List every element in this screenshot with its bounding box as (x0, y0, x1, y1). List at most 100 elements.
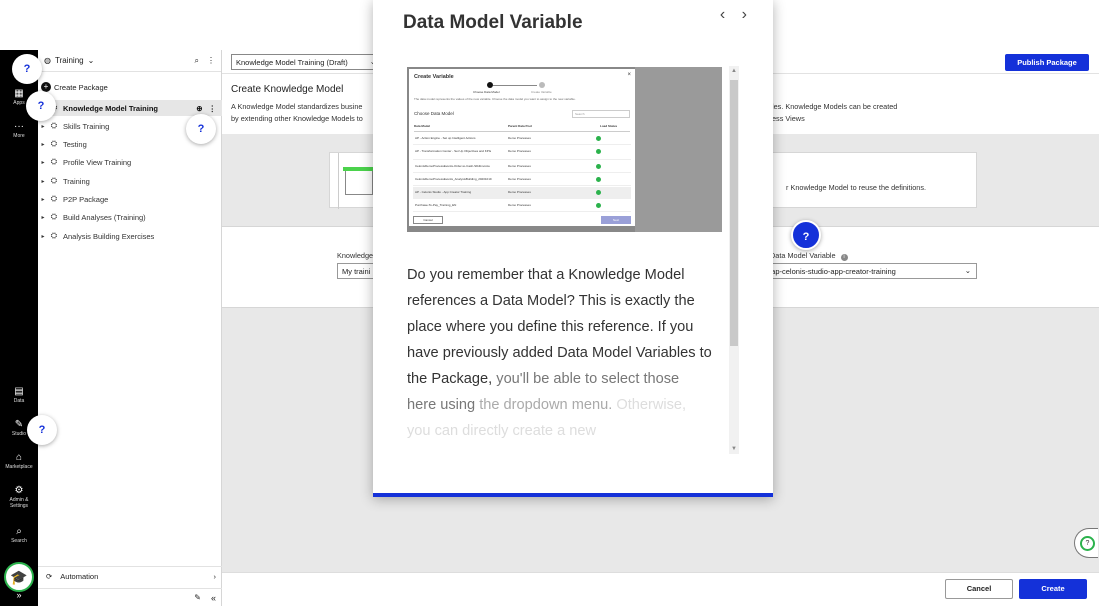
rail-admin-settings[interactable]: ⚙ Admin & Settings (0, 485, 38, 509)
scrollbar-thumb[interactable] (730, 80, 738, 346)
option-illustration (338, 153, 373, 209)
dialog-navigation: ‹ › (708, 6, 747, 24)
rail-more[interactable]: ··· More (0, 121, 38, 139)
screenshot-cancel-button: Cancel (413, 216, 443, 224)
help-hotspot[interactable]: ? (26, 91, 56, 121)
help-hotspot[interactable]: ? (12, 54, 42, 84)
dialog-body: Do you remember that a Knowledge Model r… (407, 262, 712, 444)
description-line-2-end: ess Views (772, 114, 805, 123)
caret-right-icon[interactable]: ▸ (38, 141, 48, 148)
screenshot-step-1: Choose Data Model (473, 90, 500, 94)
chevron-down-icon: ⌄ (964, 266, 971, 275)
screenshot-table-header: Data Model Parent Data Pool Load Status (414, 124, 630, 132)
caret-right-icon[interactable]: ▸ (38, 214, 48, 221)
kebab-menu-icon[interactable]: ⋮ (209, 104, 217, 113)
screenshot-table-row: Purchase-To-Pay_Training_EN Demo Process… (413, 200, 631, 212)
screenshot-table-row: AP - Action Engine - Set up Intelligent … (413, 133, 631, 145)
automation-icon: ⟳ (46, 572, 53, 581)
screenshot-create-variable-dialog: Create Variable × Choose Data Model Crea… (409, 69, 635, 226)
screenshot-heading: Choose Data Model (414, 111, 454, 116)
screenshot-description: The data model represents the values of … (414, 97, 576, 101)
expand-rail-button[interactable]: » (0, 590, 38, 600)
description-line-1: A Knowledge Model standardizes busine (231, 102, 363, 111)
data-model-variable-label: Data Model Variable i (770, 251, 848, 261)
screenshot-table-row: AP - Celonis Studio - App Creator Traini… (413, 187, 631, 199)
more-dots-icon: ··· (14, 121, 24, 132)
search-icon[interactable]: ⌕ (195, 56, 199, 66)
close-icon: × (627, 72, 631, 78)
academy-avatar[interactable]: 🎓 (0, 562, 38, 592)
screenshot-table-row: CelonisDemoProcessEvents_AnalysisBuildin… (413, 174, 631, 186)
chevron-down-icon: ⌄ (87, 56, 95, 65)
rail-data[interactable]: ▤ Data (0, 386, 38, 404)
dialog-body-text: Do you remember that a Knowledge Model r… (407, 267, 712, 387)
tree-item-knowledge-model-training[interactable]: ▾ ⛭ Knowledge Model Training ⊕ ⋮ (38, 100, 222, 116)
pin-icon[interactable]: ✎ (194, 593, 201, 602)
publish-package-button[interactable]: Publish Package (1005, 54, 1089, 71)
kebab-menu-icon[interactable]: ⋮ (207, 56, 215, 65)
chevron-right-icon: › (213, 572, 217, 581)
data-model-variable-select[interactable]: dap-celonis-studio-app-creator-training … (762, 263, 977, 279)
sidebar-footer-tools: ✎ « (38, 588, 222, 606)
marketplace-icon: ⌂ (15, 452, 23, 463)
caret-right-icon[interactable]: ▸ (38, 159, 48, 166)
rail-marketplace[interactable]: ⌂ Marketplace (0, 452, 38, 470)
status-dot-green (596, 177, 601, 182)
info-icon: i (840, 254, 848, 261)
help-hotspot[interactable]: ? (186, 114, 216, 144)
package-icon: ⛭ (50, 139, 58, 148)
bottom-action-bar: Cancel Create (222, 572, 1099, 606)
dialog-scrollbar[interactable]: ▲ ▼ (729, 66, 739, 454)
package-icon: ⛭ (50, 176, 58, 185)
status-dot-green (596, 203, 601, 208)
space-name: Training (54, 56, 84, 65)
version-select[interactable]: Knowledge Model Training (Draft) ⌄ (231, 54, 381, 70)
floating-help-button[interactable]: ? (1074, 528, 1098, 558)
add-circle-icon[interactable]: ⊕ (196, 104, 202, 113)
screenshot-step-2: Create Variable (531, 90, 552, 94)
status-dot-green (596, 164, 601, 169)
knowledge-model-name-input[interactable]: My traini (337, 263, 377, 279)
page-title: Create Knowledge Model (231, 84, 344, 95)
screenshot-search: Search (572, 110, 630, 118)
tree-item-profile-view-training[interactable]: ▸ ⛭ Profile View Training (38, 154, 222, 170)
tree-item-p2p-package[interactable]: ▸ ⛭ P2P Package (38, 191, 222, 207)
admin-settings-icon: ⚙ (14, 485, 24, 496)
description-line-2: by extending other Knowledge Models to (231, 114, 363, 123)
screenshot-table-row: CelonisDemoProcessEvents-Order-to-Cash-S… (413, 161, 631, 173)
create-button[interactable]: Create (1019, 579, 1087, 599)
space-selector[interactable]: ◍ Training ⌄ ⌕ ⋮ (38, 50, 221, 72)
dialog-body-text-fading: the dropdown menu. (479, 397, 613, 413)
help-hotspot-active[interactable]: ? (791, 220, 821, 250)
package-icon: ⛭ (50, 121, 58, 130)
screenshot-next-button: Next (601, 216, 631, 224)
status-dot-green (596, 136, 601, 141)
cancel-button[interactable]: Cancel (945, 579, 1013, 599)
screenshot-title: Create Variable (414, 74, 454, 80)
next-step-button[interactable]: › (742, 6, 747, 23)
collapse-sidebar-icon[interactable]: « (211, 593, 216, 603)
status-dot-green (596, 190, 601, 195)
previous-step-button[interactable]: ‹ (720, 6, 725, 23)
caret-right-icon[interactable]: ▸ (38, 178, 48, 185)
tour-screenshot: Create Variable × Choose Data Model Crea… (407, 67, 722, 232)
knowledge-model-name-label: Knowledge (337, 251, 374, 260)
package-icon: ⛭ (50, 157, 58, 166)
caret-right-icon[interactable]: ▸ (38, 123, 48, 130)
help-hotspot[interactable]: ? (27, 415, 57, 445)
help-lifebuoy-icon: ? (1080, 536, 1095, 551)
rail-search[interactable]: ⌕ Search (0, 526, 38, 544)
package-icon: ⛭ (50, 194, 58, 203)
caret-right-icon[interactable]: ▸ (38, 233, 48, 240)
tree-item-build-analyses-training[interactable]: ▸ ⛭ Build Analyses (Training) (38, 209, 222, 225)
guided-tour-dialog: Data Model Variable ‹ › Create Variable … (373, 0, 773, 497)
scroll-down-arrow-icon[interactable]: ▼ (731, 446, 737, 452)
caret-right-icon[interactable]: ▸ (38, 196, 48, 203)
scroll-up-arrow-icon[interactable]: ▲ (731, 68, 737, 74)
tree-item-analysis-building-exercises[interactable]: ▸ ⛭ Analysis Building Exercises (38, 228, 222, 244)
tree-item-training[interactable]: ▸ ⛭ Training (38, 173, 222, 189)
automation-section[interactable]: ⟳ Automation › (38, 566, 222, 586)
create-package-button[interactable]: + Create Package (41, 82, 108, 92)
package-icon: ⛭ (50, 212, 58, 221)
status-dot-green (596, 149, 601, 154)
